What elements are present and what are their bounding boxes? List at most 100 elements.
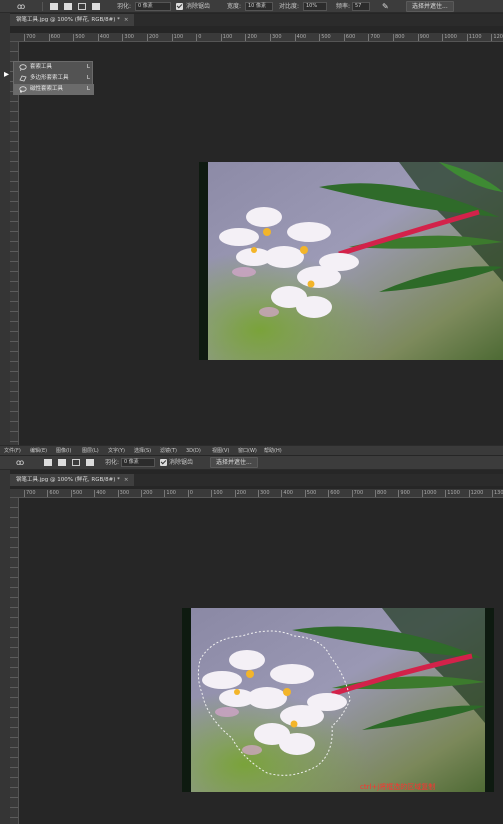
ruler-tick-label: 500 [304,490,317,497]
lasso-tool-icon[interactable]: ꝏ [16,457,34,468]
horizontal-ruler-bottom: 700 600 500 400 300 200 100 0 100 200 300 400 500 600… [10,489,503,498]
ruler-tick-label: 100 [164,490,176,497]
cursor-icon: ▸ [4,69,10,80]
ruler-tick-label: 400 [294,34,307,41]
flyout-item-magnetic-lasso[interactable]: 磁性套索工具 L [14,84,94,95]
ruler-tick-label: 400 [97,34,110,41]
ruler-tick-label: 0 [196,34,202,41]
ruler-tick-label: 600 [48,34,61,41]
width-field[interactable]: 10 像素 [245,2,273,11]
ruler-tick-label: 500 [319,34,331,41]
menu-item[interactable]: 视图(V) [212,446,229,456]
ruler-tick-label: 120 [491,34,503,41]
close-icon[interactable]: × [124,477,129,483]
new-selection-icon[interactable] [50,3,58,10]
document-tabs-bottom: 钢笔工具.jpg @ 100% (鲜花, RGB/8#) * × [10,474,503,486]
magnetic-lasso-icon [19,86,27,93]
ruler-tick-label: 200 [147,34,159,41]
ruler-tick-label: 700 [368,34,380,41]
ruler-tick-label: 300 [117,490,130,497]
menu-item[interactable]: 帮助(H) [264,446,282,456]
shortcut-key: L [86,64,90,70]
ruler-tick-label: 600 [343,34,356,41]
options-bar-top: ꝏ 羽化: 0 像素 消除锯齿 宽度: 10 像素 对比度: 10% 频率: 5… [0,0,503,13]
menu-bar: 文件(F) 编辑(E) 图像(I) 图层(L) 文字(Y) 选择(S) 滤镜(T) 3D(D)… [0,445,503,455]
width-label: 宽度: [227,3,242,10]
menu-item[interactable]: 图像(I) [56,446,71,456]
new-selection-icon[interactable] [44,459,52,466]
ruler-tick-label: 700 [24,34,36,41]
ruler-tick-label: 1000 [421,490,437,497]
menu-item[interactable]: 编辑(E) [30,446,47,456]
intersect-selection-icon[interactable] [92,3,100,10]
flyout-item-polygonal-lasso[interactable]: 多边形套索工具 L [14,73,94,84]
select-and-mask-button[interactable]: 选择并遮住... [406,1,454,12]
document-tab[interactable]: 钢笔工具.jpg @ 100% (鲜花, RGB/8#) * × [10,14,135,26]
ruler-tick-label: 600 [328,490,340,497]
select-and-mask-button[interactable]: 选择并遮住... [210,457,258,468]
ruler-tick-label: 300 [270,34,282,41]
pen-pressure-icon[interactable]: ✎ [382,1,392,12]
ruler-tick-label: 100 [220,34,233,41]
ruler-tick-label: 1200 [468,490,484,497]
frequency-label: 频率: [336,3,351,10]
antialias-label: 消除锯齿 [186,3,211,10]
ruler-tick-label: 1300 [492,490,503,497]
shortcut-key: L [86,75,90,81]
menu-item[interactable]: 3D(D) [186,446,201,456]
ruler-tick-label: 800 [393,34,405,41]
flyout-item-label: 多边形套索工具 [30,75,69,81]
instruction-caption: ctrl+j将框选的区域复制 [360,783,436,791]
menu-item[interactable]: 文件(F) [4,446,21,456]
ruler-tick-label: 300 [122,34,134,41]
shortcut-key: L [86,86,90,92]
antialias-checkbox[interactable] [176,3,183,10]
subtract-selection-icon[interactable] [72,459,80,466]
ruler-tick-label: 200 [234,490,247,497]
flyout-item-label: 磁性套索工具 [30,86,64,92]
flyout-item-lasso[interactable]: 套索工具 L [14,62,94,73]
ruler-tick-label: 900 [417,34,430,41]
contrast-label: 对比度: [279,3,300,10]
ruler-tick-label: 900 [398,490,410,497]
feather-label: 羽化: [105,459,120,466]
add-selection-icon[interactable] [64,3,72,10]
intersect-selection-icon[interactable] [86,459,94,466]
flower-photo-bottom [182,608,494,792]
menu-item[interactable]: 滤镜(T) [160,446,177,456]
ruler-tick-label: 400 [281,490,293,497]
feather-field[interactable]: 0 像素 [121,458,155,467]
menu-item[interactable]: 图层(L) [82,446,99,456]
polygonal-lasso-icon [19,75,27,82]
feather-field[interactable]: 0 像素 [135,2,171,11]
document-tab[interactable]: 钢笔工具.jpg @ 100% (鲜花, RGB/8#) * × [10,474,135,486]
frequency-field[interactable]: 57 [352,2,370,11]
photoshop-window: ꝏ 羽化: 0 像素 消除锯齿 宽度: 10 像素 对比度: 10% 频率: 5… [0,0,503,824]
ruler-tick-label: 100 [171,34,184,41]
menu-item[interactable]: 文字(Y) [108,446,125,456]
ruler-tick-label: 1100 [445,490,460,497]
ruler-tick-label: 700 [24,490,36,497]
lasso-tool-icon[interactable]: ꝏ [17,1,35,12]
contrast-field[interactable]: 10% [303,2,327,11]
ruler-tick-label: 1000 [442,34,457,41]
menu-item[interactable]: 窗口(W) [238,446,257,456]
vertical-ruler-top [10,42,19,445]
ruler-tick-label: 500 [73,34,85,41]
ruler-tick-label: 500 [70,490,83,497]
antialias-checkbox[interactable] [160,459,167,466]
ruler-tick-label: 800 [375,490,387,497]
subtract-selection-icon[interactable] [78,3,86,10]
tab-label: 钢笔工具.jpg @ 100% (鲜花, RGB/8#) * [16,477,120,483]
lasso-icon [19,64,27,71]
horizontal-ruler-top: 700 600 500 400 300 200 100 0 100 200 300 400 500 600… [10,33,503,42]
ruler-tick-label: 400 [94,490,106,497]
close-icon[interactable]: × [124,17,129,23]
add-selection-icon[interactable] [58,459,66,466]
ruler-tick-label: 1100 [466,34,482,41]
menu-item[interactable]: 选择(S) [134,446,151,456]
ruler-tick-label: 600 [47,490,59,497]
ruler-tick-label: 200 [141,490,153,497]
ruler-tick-label: 300 [258,490,270,497]
lasso-tool-flyout: 套索工具 L 多边形套索工具 L 磁性套索工具 L [13,61,94,95]
